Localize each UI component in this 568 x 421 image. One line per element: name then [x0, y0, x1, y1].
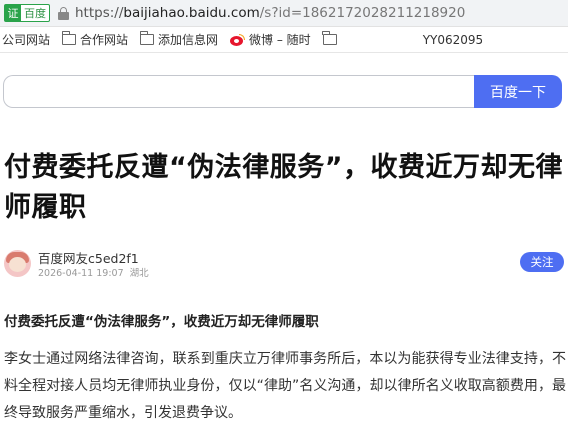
address-bar[interactable]: 证 百度 https://baijiahao.baidu.com/s?id=18… [0, 0, 568, 27]
bookmark-label: 公司网站 [2, 33, 51, 47]
search-input[interactable] [3, 75, 475, 108]
publish-time: 2026-04-11 19:07 [38, 268, 124, 279]
article-title: 付费委托反遭“伪法律服务”，收费近万却无律师履职 [4, 152, 563, 223]
bookmark-label: YY062095 [422, 32, 484, 47]
folder-icon [139, 31, 155, 45]
certificate-label: 百度 [24, 7, 46, 20]
certificate-badge[interactable]: 证 百度 [4, 4, 50, 22]
bookmark-company-sites[interactable]: 公司网站 [2, 31, 50, 48]
bookmark-folder[interactable] [322, 31, 341, 45]
follow-button[interactable]: 关注 [520, 252, 564, 272]
bookmark-partner-sites[interactable]: 合作网站 [61, 31, 129, 48]
folder-icon [61, 31, 77, 45]
bookmark-label: 微博 – 随时 [249, 33, 311, 47]
publish-location: 湖北 [129, 268, 149, 279]
article-subtitle: 付费委托反遭“伪法律服务”，收费近万却无律师履职 [4, 314, 319, 330]
avatar[interactable] [4, 250, 31, 277]
certificate-icon: 证 [5, 5, 21, 21]
folder-icon [322, 31, 337, 45]
url-domain: baijiahao.baidu.com [123, 5, 260, 21]
bookmark-yy[interactable]: YY062095 [423, 33, 483, 47]
url-scheme: https:// [75, 5, 124, 21]
bookmark-add-info-sites[interactable]: 添加信息网 [139, 31, 219, 48]
publish-meta: 2026-04-11 19:07 湖北 [38, 265, 149, 279]
bookmark-label: 添加信息网 [158, 33, 219, 47]
author-info: 百度网友c5ed2f1 2026-04-11 19:07 湖北 关注 [4, 248, 564, 282]
search-bar: 百度一下 [0, 75, 568, 109]
weibo-icon [230, 33, 246, 46]
bookmarks-bar: 公司网站 合作网站 添加信息网 微博 – 随时 YY062095 [0, 27, 568, 53]
bookmark-label: 合作网站 [80, 33, 129, 47]
url-text[interactable]: https://baijiahao.baidu.com/s?id=1862172… [75, 5, 465, 21]
url-path: /s?id=1862172028211218920 [259, 5, 466, 21]
search-button[interactable]: 百度一下 [474, 75, 562, 108]
bookmark-weibo[interactable]: 微博 – 随时 [230, 31, 311, 48]
lock-icon[interactable] [58, 6, 69, 20]
article-paragraph: 李女士通过网络法律咨询，联系到重庆立万律师事务所后，本以为能获得专业法律支持，不… [4, 351, 566, 421]
